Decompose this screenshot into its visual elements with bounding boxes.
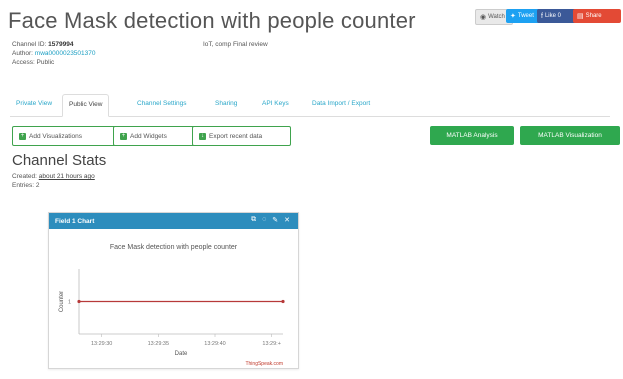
y-tick-label: 1 <box>68 300 71 306</box>
x-tick-label: 13:29:+ <box>262 341 281 347</box>
tab-private-view[interactable]: Private View <box>10 94 58 115</box>
x-tick-label: 13:29:35 <box>148 341 169 347</box>
eye-icon: ◉ <box>480 14 487 21</box>
chart-widget-title: Field 1 Chart <box>55 217 95 225</box>
y-axis-label: Counter <box>59 291 65 312</box>
matlab-visualization-button[interactable]: MATLAB Visualization <box>520 126 620 145</box>
access-text: Access: Public <box>12 59 55 66</box>
chart-widget-header: Field 1 Chart ⧉ ◌ ✎ ✕ <box>49 213 298 229</box>
tab-data-import-export[interactable]: Data Import / Export <box>306 94 376 115</box>
created-row: Created: about 21 hours ago <box>12 173 95 180</box>
close-icon[interactable]: ✕ <box>284 216 290 224</box>
channel-stats: Created: about 21 hours ago Entries: 2 <box>12 173 95 190</box>
x-axis-label: Date <box>175 351 188 357</box>
plus-icon: + <box>120 132 127 140</box>
field-1-chart-widget: Field 1 Chart ⧉ ◌ ✎ ✕ Face Mask detectio… <box>48 212 299 369</box>
tab-public-view[interactable]: Public View <box>62 94 110 117</box>
channel-id-row: Channel ID: 1579994 <box>12 41 73 49</box>
channel-stats-heading: Channel Stats <box>12 152 107 169</box>
data-point <box>281 299 285 304</box>
add-visualizations-button[interactable]: + Add Visualizations <box>12 126 116 146</box>
twitter-icon: ✦ <box>510 13 516 20</box>
data-point <box>77 299 81 304</box>
like-share-button[interactable]: f Like 0 <box>537 9 577 23</box>
channel-id-label: Channel ID: <box>12 41 47 48</box>
line-chart: 13:29:30 13:29:35 13:29:40 13:29:+ 1 Date Coun… <box>59 269 285 367</box>
plus-icon: + <box>19 132 26 140</box>
tab-channel-settings[interactable]: Channel Settings <box>131 94 193 115</box>
chart-widget-toolbar: ⧉ ◌ ✎ ✕ <box>251 216 290 224</box>
share-button-label: Tweet <box>517 13 534 19</box>
page-title: Face Mask detection with people counter <box>8 8 416 33</box>
channel-tabs: Private View Public View Channel Setting… <box>10 94 610 117</box>
add-widgets-button[interactable]: + Add Widgets <box>113 126 195 146</box>
x-tick-label: 13:29:30 <box>91 341 112 347</box>
download-icon: ↓ <box>199 132 206 140</box>
share-button-label: Like 0 <box>544 13 561 19</box>
share-icon: ▤ <box>577 13 584 20</box>
external-link-icon[interactable]: ⧉ <box>251 216 256 224</box>
x-tick-label: 13:29:40 <box>204 341 225 347</box>
author-row: Author: mwa0000023501370 <box>12 50 96 58</box>
tab-api-keys[interactable]: API Keys <box>256 94 295 115</box>
matlab-analysis-button[interactable]: MATLAB Analysis <box>430 126 514 145</box>
channel-id-value: 1579994 <box>48 41 74 48</box>
channel-tags: IoT, comp Final review <box>203 41 268 48</box>
export-recent-data-button[interactable]: ↓ Export recent data <box>192 126 291 146</box>
share-button-label: Watch <box>488 14 505 20</box>
share-button-label: Share <box>585 13 602 19</box>
facebook-icon: f <box>541 12 543 20</box>
share-share-button[interactable]: ▤ Share <box>573 9 621 23</box>
chart-credit: ThingSpeak.com <box>245 361 283 367</box>
author-label: Author: <box>12 50 33 57</box>
pencil-icon[interactable]: ✎ <box>272 216 278 224</box>
created-value: about 21 hours ago <box>38 173 95 180</box>
comment-icon[interactable]: ◌ <box>262 216 266 224</box>
tab-sharing[interactable]: Sharing <box>209 94 243 115</box>
author-link[interactable]: mwa0000023501370 <box>35 50 96 57</box>
entries-count: Entries: 2 <box>12 181 40 189</box>
